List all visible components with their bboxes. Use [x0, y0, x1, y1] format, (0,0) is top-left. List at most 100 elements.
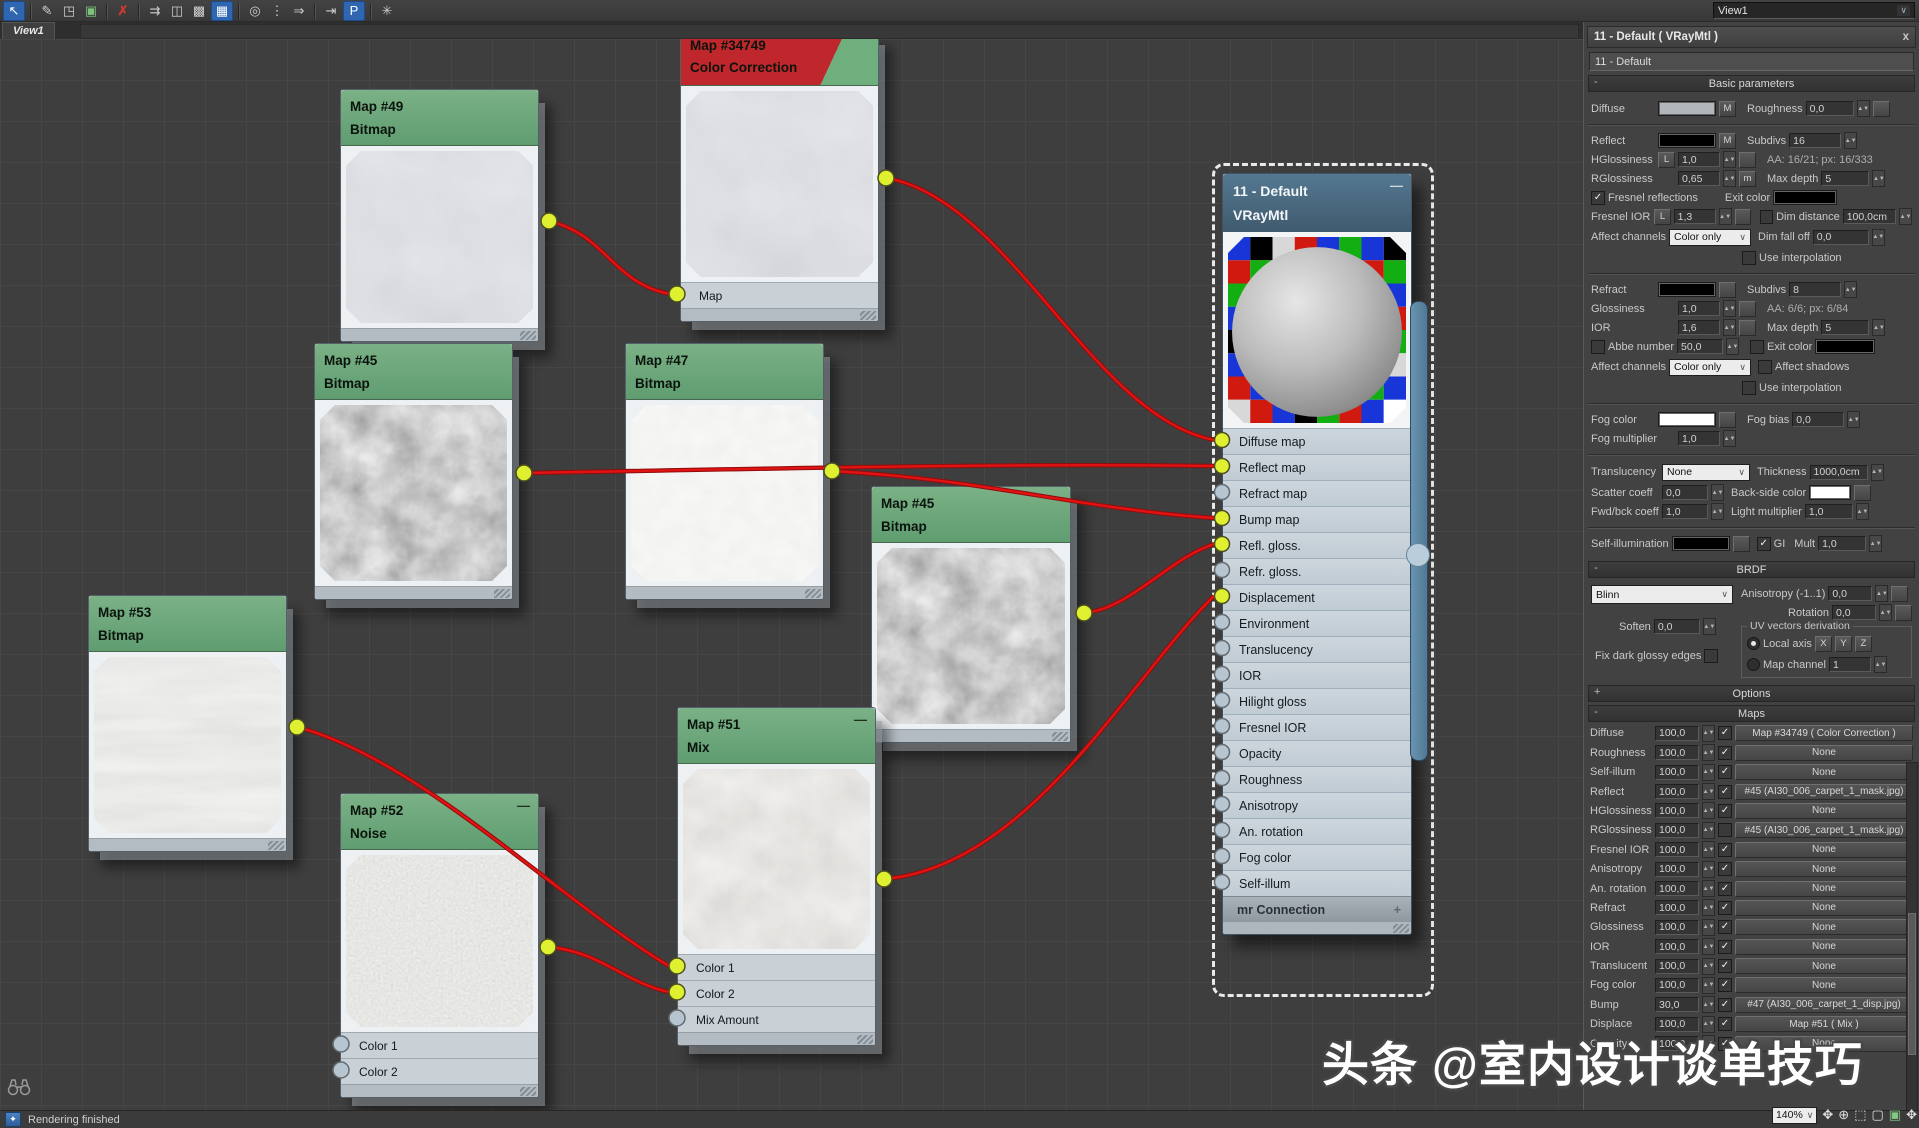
map-amount-spinner[interactable]: ▲▼ — [1702, 938, 1715, 955]
affect-shadows-checkbox[interactable] — [1758, 360, 1772, 374]
map-amount-field[interactable]: 100,0 — [1655, 881, 1699, 896]
glossiness-field[interactable]: 1,0 — [1678, 301, 1720, 316]
fresnel-reflections-checkbox[interactable] — [1591, 191, 1605, 205]
dim-distance-checkbox[interactable] — [1760, 210, 1773, 224]
anisotropy-field[interactable]: 0,0 — [1828, 586, 1872, 601]
map-channel-spinner[interactable]: ▲▼ — [1874, 656, 1887, 673]
rollout-brdf[interactable]: -BRDF — [1588, 561, 1915, 578]
map-enable-checkbox[interactable] — [1718, 823, 1732, 837]
expand-icon[interactable]: + — [1394, 903, 1401, 917]
map-slot-button[interactable]: None — [1735, 939, 1913, 955]
node-header[interactable]: Map #45 Bitmap — [872, 487, 1070, 543]
refract-subdivs-field[interactable]: 8 — [1789, 282, 1841, 297]
show-shaded-material-icon[interactable]: ▩ — [189, 2, 209, 20]
mult-field[interactable]: 1,0 — [1818, 536, 1866, 551]
vray-slot-an-rotation[interactable]: An. rotation — [1223, 818, 1411, 844]
map-amount-spinner[interactable]: ▲▼ — [1702, 725, 1715, 742]
pan-to-selected-icon[interactable]: ✥ — [1906, 1107, 1917, 1123]
select-icon[interactable]: ↖ — [3, 1, 25, 21]
ior-map-shortcut[interactable] — [1739, 320, 1756, 336]
rglossiness-field[interactable]: 0,65 — [1678, 171, 1720, 186]
map-amount-spinner[interactable]: ▲▼ — [1702, 822, 1715, 839]
chevron-down-icon[interactable]: ∨ — [1897, 5, 1910, 16]
fog-color-swatch[interactable] — [1658, 412, 1716, 427]
resize-grip[interactable] — [805, 589, 821, 598]
vray-slot-refl-gloss[interactable]: Refl. gloss. — [1223, 532, 1411, 558]
map-amount-spinner[interactable]: ▲▼ — [1702, 841, 1715, 858]
resize-grip[interactable] — [520, 1087, 536, 1096]
back-side-color-swatch[interactable] — [1809, 485, 1851, 500]
pick-material-icon[interactable]: ✎ — [37, 2, 57, 20]
map-amount-field[interactable]: 100,0 — [1655, 765, 1699, 780]
map-slot-button[interactable]: #45 (AI30_006_carpet_1_mask.jpg) — [1735, 784, 1913, 800]
node-map45-bitmap-a[interactable]: Map #45 Bitmap — [314, 343, 513, 600]
refract-max-depth-field[interactable]: 5 — [1821, 320, 1869, 335]
vray-output-strip[interactable] — [1410, 301, 1428, 761]
map-amount-spinner[interactable]: ▲▼ — [1702, 996, 1715, 1013]
rollout-options[interactable]: +Options — [1588, 685, 1915, 702]
gi-checkbox[interactable] — [1757, 537, 1771, 551]
refract-use-interpolation-checkbox[interactable] — [1742, 381, 1756, 395]
vray-slot-translucency[interactable]: Translucency — [1223, 636, 1411, 662]
anisotropy-spinner[interactable]: ▲▼ — [1875, 585, 1888, 602]
roughness-spinner[interactable]: ▲▼ — [1857, 100, 1870, 117]
axis-z-button[interactable]: Z — [1855, 636, 1872, 652]
vray-output-handle[interactable] — [1406, 543, 1430, 567]
vray-slot-ior[interactable]: IOR — [1223, 662, 1411, 688]
map-amount-field[interactable]: 100,0 — [1655, 900, 1699, 915]
select-tool-icon[interactable]: ⇥ — [321, 2, 341, 20]
map-enable-checkbox[interactable] — [1718, 746, 1732, 760]
pan-hand-icon[interactable]: ✥ — [1822, 1107, 1833, 1123]
vray-slot-opacity[interactable]: Opacity — [1223, 740, 1411, 766]
mult-spinner[interactable]: ▲▼ — [1869, 535, 1882, 552]
back-side-map-button[interactable] — [1854, 485, 1871, 501]
resize-grip[interactable] — [494, 589, 510, 598]
refract-max-depth-spinner[interactable]: ▲▼ — [1872, 319, 1885, 336]
put-to-library-icon[interactable]: ▣ — [81, 2, 101, 20]
vray-slot-refr-gloss[interactable]: Refr. gloss. — [1223, 558, 1411, 584]
fog-multiplier-field[interactable]: 1,0 — [1678, 431, 1720, 446]
material-name-field[interactable]: 11 - Default — [1589, 52, 1914, 71]
light-multiplier-spinner[interactable]: ▲▼ — [1856, 503, 1869, 520]
map-enable-checkbox[interactable] — [1718, 726, 1732, 740]
resize-grip[interactable] — [860, 311, 876, 320]
map-amount-field[interactable]: 100,0 — [1655, 978, 1699, 993]
node-map49-bitmap[interactable]: Map #49 Bitmap — [340, 89, 539, 342]
light-multiplier-field[interactable]: 1,0 — [1805, 504, 1853, 519]
map-enable-checkbox[interactable] — [1718, 804, 1732, 818]
rotation-field[interactable]: 0,0 — [1832, 605, 1876, 620]
node-header[interactable]: Map #34749 Color Correction — [681, 39, 878, 86]
vray-slot-bump-map[interactable]: Bump map — [1223, 506, 1411, 532]
panel-header[interactable]: 11 - Default ( VRayMtl ) x — [1587, 26, 1916, 48]
rotation-map-shortcut[interactable] — [1895, 605, 1912, 621]
node-vraymtl-11-default[interactable]: 11 - Default VRayMtl — Diffuse mapReflec… — [1222, 173, 1412, 935]
delete-selected-icon[interactable]: ✗ — [113, 2, 133, 20]
node-map53-bitmap[interactable]: Map #53 Bitmap — [88, 595, 287, 852]
material-explorer-icon[interactable]: ✳ — [377, 2, 397, 20]
node-graph-canvas[interactable]: Map #49 Bitmap Map #34749 Color Correcti… — [0, 39, 1583, 1110]
fresnel-ior-map-shortcut[interactable] — [1735, 209, 1751, 225]
refract-exit-color-checkbox[interactable] — [1750, 340, 1764, 354]
rotation-spinner[interactable]: ▲▼ — [1879, 604, 1892, 621]
brdf-type-dropdown[interactable]: Blinn ∨ — [1591, 585, 1733, 604]
thickness-field[interactable]: 1000,0cm — [1810, 465, 1868, 480]
map-slot-button[interactable]: None — [1735, 803, 1913, 819]
resize-grip[interactable] — [1393, 924, 1409, 933]
map-amount-spinner[interactable]: ▲▼ — [1702, 977, 1715, 994]
map-slot-button[interactable]: #47 (AI30_006_carpet_1_disp.jpg) — [1735, 997, 1913, 1013]
map-enable-checkbox[interactable] — [1718, 940, 1732, 954]
dim-distance-spinner[interactable]: ▲▼ — [1899, 208, 1912, 225]
reflect-subdivs-field[interactable]: 16 — [1789, 133, 1841, 148]
close-icon[interactable]: x — [1903, 31, 1909, 43]
map-enable-checkbox[interactable] — [1718, 959, 1732, 973]
map-enable-checkbox[interactable] — [1718, 978, 1732, 992]
map-slot-button[interactable]: None — [1735, 919, 1913, 935]
map-slot-button[interactable]: Map #34749 ( Color Correction ) — [1735, 725, 1913, 741]
rollout-maps[interactable]: -Maps — [1588, 705, 1915, 722]
map-amount-field[interactable]: 100,0 — [1655, 803, 1699, 818]
fresnel-ior-field[interactable]: 1,3 — [1674, 209, 1716, 224]
affect-channels-dropdown[interactable]: Color only ∨ — [1669, 229, 1751, 246]
fwd-bck-coeff-spinner[interactable]: ▲▼ — [1711, 503, 1724, 520]
vray-slot-displacement[interactable]: Displacement — [1223, 584, 1411, 610]
reflect-map-button[interactable]: M — [1719, 133, 1736, 149]
